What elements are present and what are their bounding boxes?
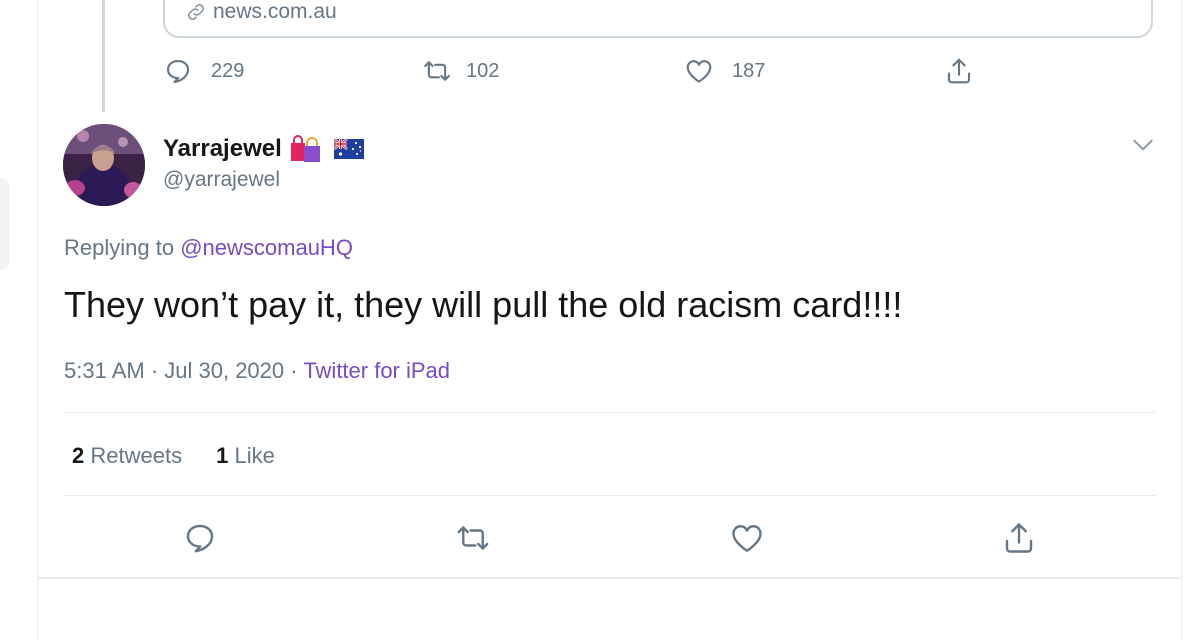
avatar-photo [63, 124, 145, 206]
timeline-right-border [1181, 0, 1182, 640]
author-handle[interactable]: @yarrajewel [163, 168, 280, 192]
reply-count: 229 [211, 59, 245, 82]
avatar[interactable] [63, 124, 145, 206]
retweet-action[interactable]: 102 [422, 56, 499, 86]
side-panel-edge [0, 178, 10, 270]
retweet-icon [457, 526, 489, 550]
retweet-icon [424, 61, 450, 81]
author-name-row[interactable]: Yarrajewel [163, 134, 364, 164]
tweet-source[interactable]: Twitter for iPad [303, 358, 450, 383]
timeline-left-border [37, 0, 38, 640]
share-icon [947, 58, 971, 84]
retweets-stat[interactable]: 2 Retweets [72, 443, 182, 469]
stats-bottom-divider [64, 495, 1156, 496]
replying-to-mention[interactable]: @newscomauHQ [180, 235, 353, 260]
engagement-stats: 2 Retweets 1 Like [72, 443, 275, 469]
display-name: Yarrajewel [163, 135, 282, 162]
heart-icon [732, 525, 762, 552]
australia-flag-emoji [333, 138, 364, 159]
share-action[interactable] [944, 56, 974, 86]
reply-icon [186, 524, 214, 553]
replying-to: Replying to @newscomauHQ [64, 235, 353, 261]
likes-label: Like [234, 443, 275, 468]
link-icon [187, 3, 205, 21]
chevron-down-icon[interactable] [1130, 132, 1156, 158]
shopping-bags-emoji [290, 135, 320, 162]
replying-to-prefix: Replying to [64, 235, 175, 260]
tweet-meta: 5:31 AM · Jul 30, 2020 · Twitter for iPa… [64, 358, 450, 384]
likes-stat[interactable]: 1 Like [216, 443, 275, 469]
link-domain-text: news.com.au [213, 0, 337, 23]
retweets-label: Retweets [90, 443, 183, 468]
tweet-bottom-border [37, 577, 1182, 579]
reply-button[interactable] [182, 520, 218, 556]
tweet-text: They won’t pay it, they will pull the ol… [64, 284, 903, 325]
stats-top-divider [64, 412, 1156, 413]
link-domain: news.com.au [185, 0, 337, 24]
reply-action[interactable]: 229 [163, 56, 244, 86]
parent-tweet-actions: 229 102 187 [0, 56, 1200, 96]
like-button[interactable] [729, 520, 765, 556]
meta-separator: · [290, 358, 298, 383]
likes-count: 1 [216, 443, 229, 468]
retweet-button[interactable] [455, 520, 491, 556]
heart-icon [686, 60, 712, 83]
reply-icon [166, 59, 190, 84]
retweet-count: 102 [466, 59, 500, 82]
tweet-timestamp[interactable]: 5:31 AM · Jul 30, 2020 [64, 358, 284, 383]
retweets-count: 2 [72, 443, 85, 468]
like-count: 187 [732, 59, 766, 82]
like-action[interactable]: 187 [684, 56, 765, 86]
share-icon [1005, 523, 1033, 553]
share-button[interactable] [1001, 520, 1037, 556]
link-preview-card[interactable]: news.com.au [163, 0, 1153, 38]
